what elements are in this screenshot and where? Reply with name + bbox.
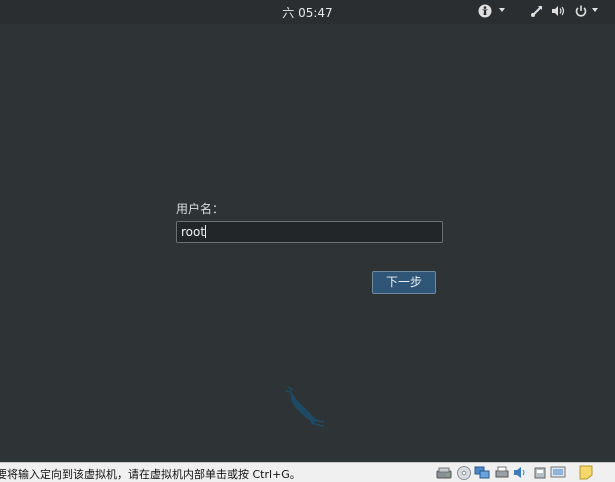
vm-screen[interactable]: 六 05:47 用户名： root 下一步 [0,0,615,462]
hard-disk-icon[interactable] [436,465,452,480]
top-panel: 六 05:47 [0,0,615,24]
network-adapter-icon[interactable] [474,465,490,480]
network-icon[interactable] [530,4,544,20]
chevron-down-icon[interactable] [592,8,598,12]
power-icon[interactable] [574,4,588,20]
sound-icon[interactable] [512,465,528,480]
volume-icon[interactable] [551,4,566,20]
distro-logo [284,385,326,431]
chevron-down-icon[interactable] [499,8,505,12]
accessibility-icon[interactable] [478,4,492,20]
text-caret [205,225,207,238]
message-icon[interactable] [578,465,594,480]
input-capture-hint: 要将输入定向到该虚拟机，请在虚拟机内部单击或按 Ctrl+G。 [0,468,301,481]
clock[interactable]: 六 05:47 [0,4,615,21]
printer-icon[interactable] [494,465,510,480]
next-button[interactable]: 下一步 [372,271,436,294]
username-label: 用户名： [176,202,225,216]
cd-drive-icon[interactable] [456,465,472,480]
username-input[interactable]: root [176,221,443,243]
vm-status-bar: 要将输入定向到该虚拟机，请在虚拟机内部单击或按 Ctrl+G。 [0,462,615,482]
usb-icon[interactable] [532,465,548,480]
display-icon[interactable] [550,465,566,480]
username-value: root [181,225,206,239]
